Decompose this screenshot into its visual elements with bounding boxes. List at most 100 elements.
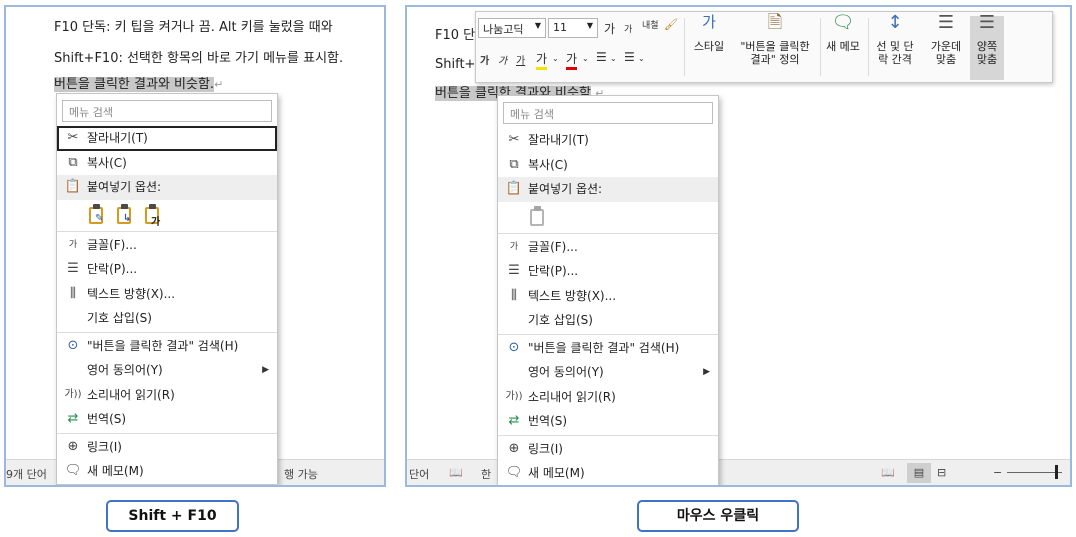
chevron-down-icon[interactable]: ⌄ <box>582 54 589 63</box>
paste-options-row <box>498 202 718 232</box>
menu-item-synonyms[interactable]: 영어 동의어(Y) ▶ <box>498 360 718 385</box>
menu-item-new-comment[interactable]: 🗨 새 메모(M) <box>498 461 718 485</box>
menu-item-text-direction[interactable]: ⫼ 텍스트 방향(X)... <box>498 284 718 309</box>
status-text: 행 가능 <box>284 468 318 481</box>
caption-right-click: 마우스 우클릭 <box>637 500 799 532</box>
define-label-2: 결과" 정의 <box>750 53 800 66</box>
font-size-value: 11 <box>553 21 567 34</box>
menu-item-synonyms[interactable]: 영어 동의어(Y) ▶ <box>57 358 277 383</box>
menu-label: 글꼴(F)... <box>528 239 578 254</box>
bold-button[interactable]: 가 <box>480 52 489 67</box>
line-spacing-icon: ↕ <box>887 12 903 33</box>
menu-label: "버튼을 클릭한 결과" 검색(H) <box>87 338 239 353</box>
menu-item-text-direction[interactable]: ⫼ 텍스트 방향(X)... <box>57 282 277 307</box>
numbering-icon[interactable]: ☰ <box>624 50 635 64</box>
menu-label: 소리내어 읽기(R) <box>87 387 175 402</box>
menu-label: 단락(P)... <box>528 264 579 278</box>
web-layout-icon[interactable]: ⊟ <box>937 466 946 479</box>
paste-text-only-icon[interactable]: 가 <box>143 203 163 228</box>
line-spacing-button[interactable]: ↕ 선 및 단락 간격 <box>870 12 920 67</box>
menu-label: 번역(S) <box>87 412 127 426</box>
phonetic-guide-icon[interactable]: 내철 <box>642 18 659 31</box>
menu-item-smart-lookup[interactable]: ⊙ "버튼을 클릭한 결과" 검색(H) <box>498 336 718 361</box>
chevron-down-icon[interactable]: ⌄ <box>638 54 645 63</box>
menu-item-copy[interactable]: ⧉ 복사(C) <box>498 153 718 178</box>
menu-item-cut[interactable]: ✂ 잘라내기(T) <box>498 128 718 153</box>
new-comment-icon: 🗨 <box>64 463 82 478</box>
menu-search-input[interactable]: 메뉴 검색 <box>62 100 272 122</box>
menu-item-font[interactable]: 가 글꼴(F)... <box>57 233 277 258</box>
italic-button[interactable]: 가 <box>498 52 507 67</box>
increase-font-button[interactable]: 가 <box>604 20 615 37</box>
word-count[interactable]: 단어 <box>409 466 429 482</box>
read-aloud-icon: 가)) <box>64 388 82 400</box>
translate-icon: ⇄ <box>508 413 520 428</box>
translate-icon: ⇄ <box>67 411 79 426</box>
font-size-select[interactable]: 11 ▼ <box>548 18 598 38</box>
zoom-out-button[interactable]: − <box>993 466 1002 479</box>
underline-button[interactable]: 가 <box>516 52 525 67</box>
chevron-down-icon[interactable]: ⌄ <box>610 54 617 63</box>
decrease-font-button[interactable]: 가 <box>624 22 632 35</box>
menu-label: 잘라내기(T) <box>87 131 148 145</box>
menu-item-cut[interactable]: ✂ 잘라내기(T) <box>57 126 277 151</box>
menu-item-translate[interactable]: ⇄ 번역(S) <box>57 407 277 432</box>
menu-item-insert-symbol[interactable]: 기호 삽입(S) <box>57 306 277 331</box>
paragraph-mark: ↵ <box>214 78 224 91</box>
language-indicator[interactable]: 한 <box>481 466 491 482</box>
scissors-icon: ✂ <box>67 130 79 145</box>
highlight-icon[interactable]: 가 <box>536 50 548 70</box>
menu-item-new-comment[interactable]: 🗨 새 메모(M) <box>57 459 277 484</box>
read-mode-icon[interactable]: 📖 <box>881 466 895 479</box>
bullets-icon[interactable]: ☰ <box>596 50 607 64</box>
menu-item-read-aloud[interactable]: 가)) 소리내어 읽기(R) <box>57 383 277 408</box>
menu-item-copy[interactable]: ⧉ 복사(C) <box>57 151 277 176</box>
font-name-select[interactable]: 나눔고딕 ▼ <box>478 18 546 38</box>
print-layout-icon[interactable]: ▤ <box>907 463 931 483</box>
styles-icon: 가 <box>702 13 716 31</box>
paste-disabled-icon <box>528 205 548 228</box>
format-painter-icon[interactable]: 🖌 <box>664 18 678 31</box>
zoom-slider-thumb[interactable] <box>1055 465 1058 479</box>
word-window-shift-f10: F10 단독: 키 팁을 켜거나 끔. Alt 키를 눌렀을 때와 Shift+… <box>4 5 386 487</box>
paste-merge-format-icon[interactable]: ↳ <box>115 203 135 226</box>
menu-label: 복사(C) <box>528 157 568 172</box>
menu-item-link[interactable]: ⊕ 링크(I) <box>498 437 718 462</box>
justify-button[interactable]: ☰ 양쪽 맞춤 <box>970 14 1004 80</box>
menu-label: 텍스트 방향(X)... <box>87 286 176 301</box>
menu-label: 글꼴(F)... <box>87 237 137 252</box>
clipboard-icon: 📋 <box>505 181 523 196</box>
font-color-icon[interactable]: 가 <box>566 50 578 70</box>
smart-lookup-icon: ⊙ <box>508 339 520 355</box>
menu-item-smart-lookup[interactable]: ⊙ "버튼을 클릭한 결과" 검색(H) <box>57 334 277 359</box>
menu-item-paragraph[interactable]: ☰ 단락(P)... <box>498 259 718 284</box>
chevron-down-icon[interactable]: ⌄ <box>552 54 559 63</box>
styles-button[interactable]: 가 스타일 <box>688 13 730 54</box>
center-align-button[interactable]: ☰ 가운데 맞춤 <box>924 14 968 67</box>
new-comment-label: 새 메모 <box>826 40 860 53</box>
doc-line-3[interactable]: 버튼을 클릭한 결과와 비슷함.↵ <box>54 73 223 92</box>
menu-item-link[interactable]: ⊕ 링크(I) <box>57 435 277 460</box>
menu-item-paragraph[interactable]: ☰ 단락(P)... <box>57 257 277 282</box>
proofing-icon[interactable]: 📖 <box>449 466 463 479</box>
new-comment-button[interactable]: 🗨 새 메모 <box>822 14 864 54</box>
menu-item-insert-symbol[interactable]: 기호 삽입(S) <box>498 308 718 333</box>
menu-label: 잘라내기(T) <box>528 133 589 147</box>
link-icon: ⊕ <box>67 438 79 454</box>
text-direction-icon: ⫼ <box>511 287 517 303</box>
menu-label: 복사(C) <box>87 155 127 170</box>
paste-keep-format-icon[interactable]: ✎ <box>87 203 107 226</box>
word-count[interactable]: 9개 단어 <box>6 466 47 482</box>
mini-toolbar: 나눔고딕 ▼ 11 ▼ 가 가 내철 🖌 가 가 가 가 ⌄ 가 ⌄ ☰ ⌄ ☰ ⌄… <box>475 11 1053 83</box>
menu-item-translate[interactable]: ⇄ 번역(S) <box>498 409 718 434</box>
menu-label: 새 메모(M) <box>528 466 585 480</box>
new-comment-icon: 🗨 <box>505 465 523 480</box>
menu-item-paste-options: 📋 붙여넣기 옵션: <box>498 177 718 202</box>
menu-item-read-aloud[interactable]: 가)) 소리내어 읽기(R) <box>498 385 718 410</box>
zoom-slider[interactable] <box>1007 472 1062 473</box>
menu-search-input[interactable]: 메뉴 검색 <box>503 102 713 124</box>
menu-item-font[interactable]: 가 글꼴(F)... <box>498 235 718 260</box>
doc-line-2: Shift+F10: 선택한 항목의 바로 가기 메뉴를 표시함. <box>54 51 344 66</box>
define-button[interactable]: 🗎 "버튼을 클릭한 결과" 정의 <box>732 14 818 67</box>
line-spacing-label-2: 락 간격 <box>878 53 912 66</box>
